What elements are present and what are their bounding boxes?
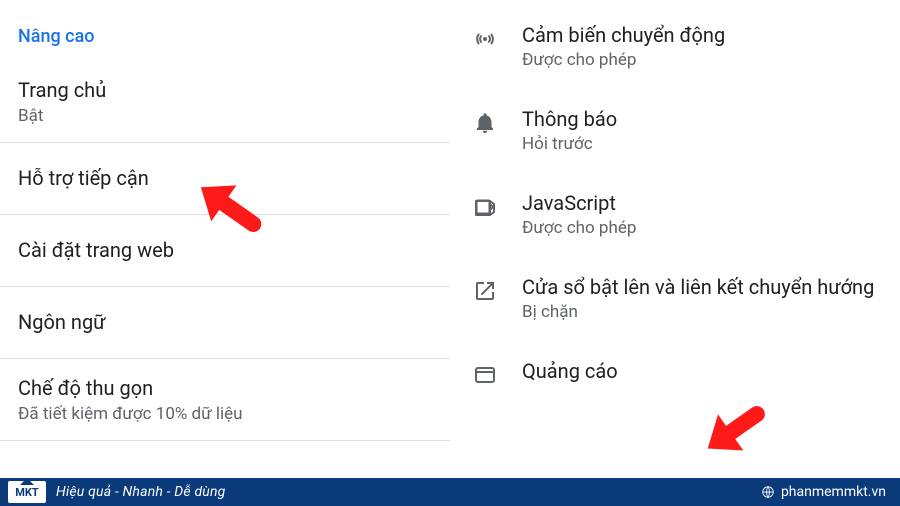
settings-item-language[interactable]: Ngôn ngữ (0, 287, 450, 359)
bell-icon (472, 110, 498, 136)
site-setting-title: Thông báo (522, 106, 876, 132)
site-settings-right-column: Cảm biến chuyển động Được cho phép Thông… (450, 0, 900, 506)
footer-site: phanmemmkt.vn (781, 484, 886, 500)
site-setting-title: Cửa sổ bật lên và liên kết chuyển hướng (522, 274, 876, 300)
ads-icon (472, 362, 498, 388)
settings-item-title: Ngôn ngữ (18, 303, 432, 342)
site-setting-subtitle: Hỏi trước (522, 134, 876, 154)
settings-item-subtitle: Đã tiết kiệm được 10% dữ liệu (18, 404, 432, 424)
settings-item-lite-mode[interactable]: Chế độ thu gọn Đã tiết kiệm được 10% dữ … (0, 359, 450, 441)
footer-logo-text: MKT (15, 486, 38, 499)
site-setting-title: Quảng cáo (522, 358, 876, 384)
advanced-section-heading: Nâng cao (0, 0, 450, 61)
globe-icon (761, 485, 775, 499)
footer-logo: MKT (8, 481, 46, 503)
site-setting-motion-sensors[interactable]: Cảm biến chuyển động Được cho phép (450, 4, 900, 88)
site-setting-subtitle: Được cho phép (522, 218, 876, 238)
settings-item-site-settings[interactable]: Cài đặt trang web (0, 215, 450, 287)
motion-sensor-icon (472, 26, 498, 52)
site-setting-title: Cảm biến chuyển động (522, 22, 876, 48)
site-setting-popups-redirects[interactable]: Cửa sổ bật lên và liên kết chuyển hướng … (450, 256, 900, 340)
site-setting-notifications[interactable]: Thông báo Hỏi trước (450, 88, 900, 172)
site-setting-title: JavaScript (522, 190, 876, 216)
popup-redirect-icon (472, 278, 498, 304)
footer-slogan: Hiệu quả - Nhanh - Dễ dùng (56, 484, 226, 500)
settings-item-homepage[interactable]: Trang chủ Bật (0, 61, 450, 143)
site-setting-subtitle: Được cho phép (522, 50, 876, 70)
site-setting-subtitle: Bị chặn (522, 302, 876, 322)
settings-item-accessibility[interactable]: Hỗ trợ tiếp cận (0, 143, 450, 215)
javascript-icon (472, 194, 498, 220)
settings-item-title: Hỗ trợ tiếp cận (18, 159, 432, 198)
settings-item-title: Cài đặt trang web (18, 231, 432, 270)
site-setting-javascript[interactable]: JavaScript Được cho phép (450, 172, 900, 256)
settings-item-title: Chế độ thu gọn (18, 375, 432, 402)
footer-bar: MKT Hiệu quả - Nhanh - Dễ dùng phanmemmk… (0, 478, 900, 506)
site-setting-ads[interactable]: Quảng cáo (450, 340, 900, 388)
settings-left-column: Nâng cao Trang chủ Bật Hỗ trợ tiếp cận C… (0, 0, 450, 506)
settings-item-subtitle: Bật (18, 106, 432, 126)
settings-item-title: Trang chủ (18, 77, 432, 104)
